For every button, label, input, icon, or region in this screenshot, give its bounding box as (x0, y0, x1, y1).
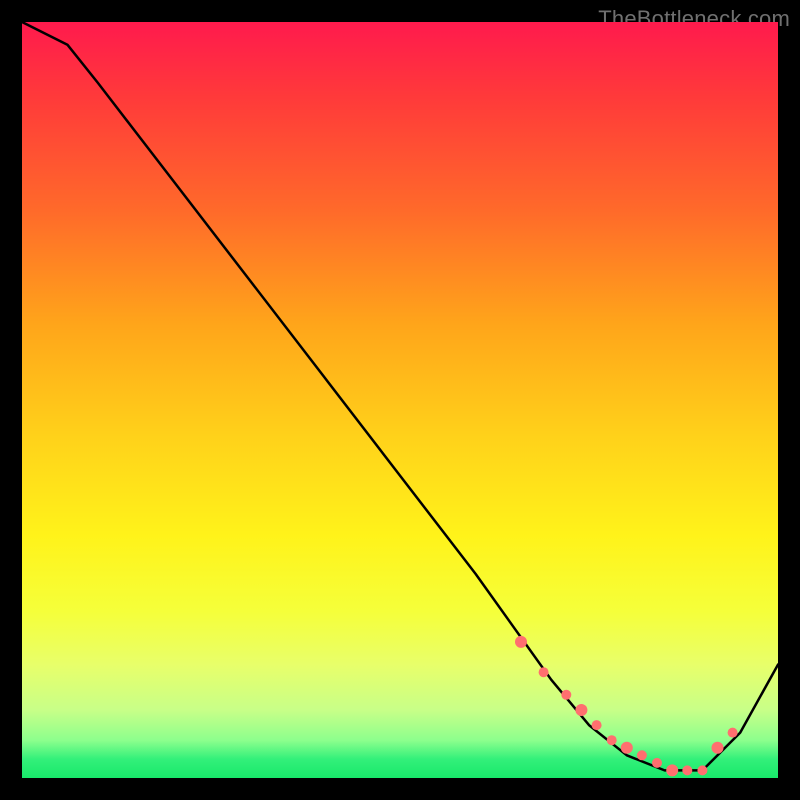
optimal-dot (697, 765, 707, 775)
bottleneck-curve (22, 22, 778, 770)
curve-svg (22, 22, 778, 778)
optimal-dot (515, 636, 527, 648)
optimal-dot (666, 764, 678, 776)
optimal-dot (592, 720, 602, 730)
optimal-dot (621, 742, 633, 754)
optimal-dot (682, 765, 692, 775)
optimal-dot (652, 758, 662, 768)
optimal-dot (712, 742, 724, 754)
optimal-dot (561, 690, 571, 700)
optimal-dot (607, 735, 617, 745)
optimal-dot (539, 667, 549, 677)
optimal-dot (637, 750, 647, 760)
optimal-dot (728, 728, 738, 738)
plot-area (22, 22, 778, 778)
optimal-dot (575, 704, 587, 716)
chart-frame: TheBottleneck.com (0, 0, 800, 800)
